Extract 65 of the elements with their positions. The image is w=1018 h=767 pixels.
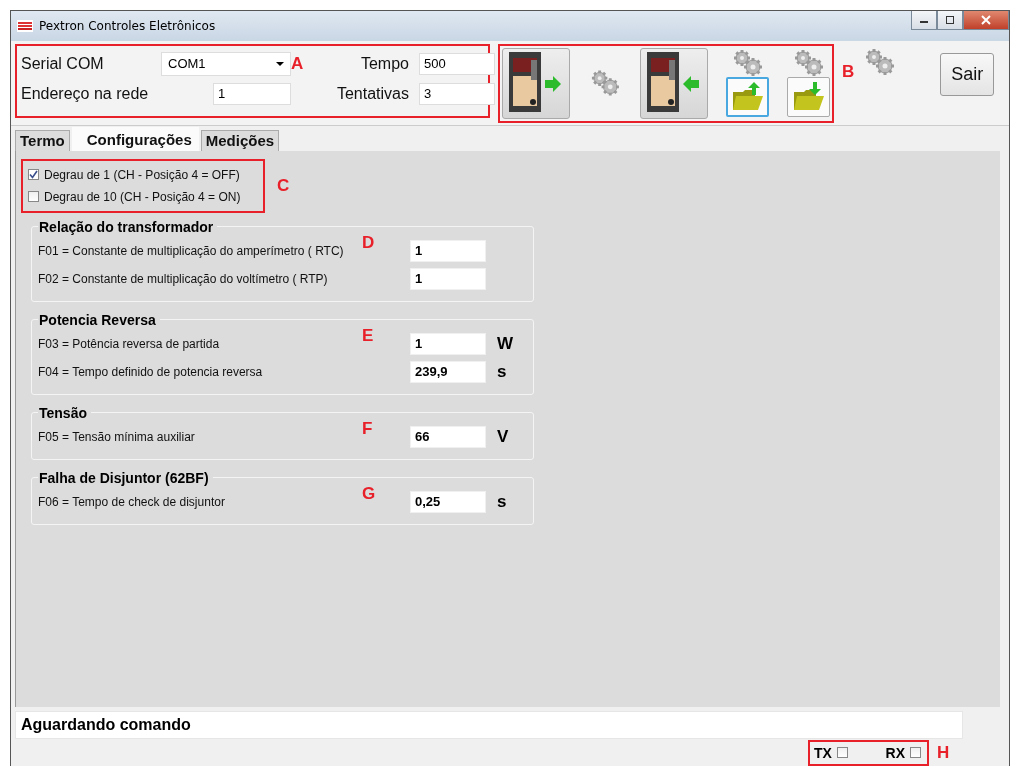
gears-icon	[589, 69, 621, 98]
serial-com-dropdown[interactable]: COM1	[161, 51, 291, 76]
device-button[interactable]	[502, 47, 570, 119]
group-title: Potencia Reversa	[38, 311, 157, 328]
dropdown-arrow-icon	[276, 61, 284, 66]
checkbox[interactable]	[836, 747, 848, 759]
parameter-field[interactable]: 1	[410, 239, 486, 262]
checkbox-label: Degrau de 10 (CH - Posição 4 = ON)	[44, 189, 241, 204]
annotation-letter: H	[937, 742, 950, 763]
group-title: Falha de Disjuntor (62BF)	[38, 469, 210, 486]
close-button[interactable]	[963, 11, 1009, 30]
annotation-letter: F	[362, 418, 373, 439]
annotation-letter: C	[277, 175, 290, 196]
annotation-letter: D	[362, 232, 375, 253]
folder-up-icon	[730, 82, 765, 113]
annotation-letter: G	[362, 483, 376, 504]
status-field: Aguardando comando	[15, 711, 963, 740]
unit-label: s	[497, 361, 507, 382]
parameter-field[interactable]: 239,9	[410, 360, 486, 383]
checkbox[interactable]	[28, 169, 39, 181]
address-field[interactable]: 1	[213, 82, 291, 105]
parameter-label: F02 = Constante de multiplicação do voltímetro ( RTP)	[38, 271, 329, 286]
tab[interactable]: Configurações	[71, 126, 199, 151]
minimize-button[interactable]	[911, 11, 937, 30]
parameter-label: F06 = Tempo de check de disjuntor	[38, 494, 226, 509]
parameter-field[interactable]: 0,25	[410, 490, 486, 513]
address-label: Endereço na rede	[21, 84, 150, 103]
tempo-label: Tempo	[359, 54, 410, 73]
parameter-label: F05 = Tensão mínima auxiliar	[38, 429, 196, 444]
gears-icon	[864, 47, 897, 76]
annotation-letter: A	[291, 53, 305, 74]
folder-down-icon	[791, 82, 826, 113]
checkbox-label: Degrau de 1 (CH - Posição 4 = OFF)	[44, 167, 240, 182]
parameter-label: F04 = Tempo definido de potencia reversa	[38, 364, 264, 379]
annotation-letter: E	[362, 325, 374, 346]
maximize-icon	[945, 16, 955, 24]
window-title: Pextron Controles Eletrônicos	[39, 18, 216, 33]
parameter-label: F03 = Potência reversa de partida	[38, 336, 221, 351]
app-logo-icon	[17, 19, 33, 32]
download-folder-button[interactable]	[787, 77, 830, 118]
tab[interactable]: Termo	[15, 129, 70, 151]
parameter-field[interactable]: 66	[410, 425, 486, 448]
group-title: Relação do transformador	[38, 218, 215, 235]
exit-button[interactable]: Sair	[940, 52, 995, 96]
unit-label: W	[497, 333, 514, 354]
maximize-button[interactable]	[937, 11, 963, 30]
unit-label: V	[497, 426, 509, 447]
checkbox[interactable]	[910, 747, 921, 759]
indicator-label: TX	[814, 744, 832, 761]
unit-label: s	[497, 491, 507, 512]
parameter-field[interactable]: 1	[410, 332, 486, 355]
close-icon	[980, 15, 992, 25]
parameter-label: F01 = Constante de multiplicação do amperímetro ( RTC)	[38, 243, 345, 258]
upload-folder-button[interactable]	[726, 77, 769, 118]
serial-com-label: Serial COM	[21, 54, 105, 73]
parameter-field[interactable]: 1	[410, 267, 486, 290]
annotation-letter: B	[842, 61, 855, 82]
retries-field[interactable]: 3	[419, 82, 495, 105]
device-button[interactable]	[640, 47, 708, 119]
retries-label: Tentativas	[335, 84, 410, 103]
indicator-label: RX	[885, 744, 905, 761]
tempo-field[interactable]: 500	[419, 52, 495, 75]
tab[interactable]: Medições	[200, 129, 280, 151]
checkbox[interactable]	[28, 191, 39, 203]
group-title: Tensão	[38, 404, 88, 421]
